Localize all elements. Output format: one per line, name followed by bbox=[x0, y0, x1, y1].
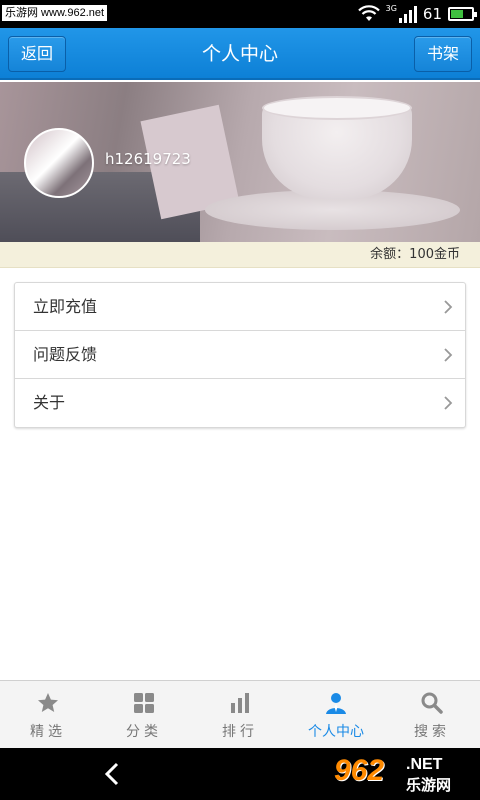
signal-icon bbox=[398, 5, 417, 23]
status-bar: 乐游网 www.962.net 3G 61 bbox=[0, 0, 480, 28]
chevron-right-icon bbox=[444, 300, 453, 314]
tab-ranking[interactable]: 排行 bbox=[192, 681, 288, 748]
balance-text: 余额：100金币 bbox=[370, 247, 460, 262]
grid-icon bbox=[134, 693, 154, 713]
avatar[interactable] bbox=[24, 128, 94, 198]
tab-featured[interactable]: 精选 bbox=[0, 681, 96, 748]
tab-profile[interactable]: 个人中心 bbox=[288, 681, 384, 748]
watermark-logo: 962 .NET 乐游网 bbox=[334, 752, 474, 796]
profile-banner: h12619723 bbox=[0, 82, 480, 242]
person-icon bbox=[326, 693, 346, 714]
menu-item-feedback[interactable]: 问题反馈 bbox=[15, 331, 465, 379]
tab-label: 搜索 bbox=[414, 724, 450, 740]
network-type-label: 3G bbox=[385, 3, 397, 13]
balance-bar: 余额：100金币 bbox=[0, 242, 480, 268]
menu-item-recharge[interactable]: 立即充值 bbox=[15, 283, 465, 331]
banner-cup-rim bbox=[262, 96, 412, 120]
bookshelf-button[interactable]: 书架 bbox=[413, 36, 472, 72]
menu-item-label: 关于 bbox=[33, 393, 66, 412]
nav-back-icon[interactable] bbox=[102, 761, 122, 787]
bottom-tab-bar: 精选 分类 排行 个人中心 搜索 bbox=[0, 680, 480, 748]
username: h12619723 bbox=[105, 150, 191, 168]
system-nav-bar: 962 .NET 乐游网 bbox=[0, 748, 480, 800]
tab-categories[interactable]: 分类 bbox=[96, 681, 192, 748]
search-icon bbox=[421, 692, 443, 714]
star-icon bbox=[38, 693, 58, 712]
watermark-name: 乐游网 bbox=[406, 776, 452, 794]
page-title: 个人中心 bbox=[201, 43, 278, 65]
wifi-icon bbox=[357, 5, 380, 21]
menu-item-about[interactable]: 关于 bbox=[15, 379, 465, 427]
chevron-right-icon bbox=[444, 348, 453, 362]
status-icons: 3G 61 bbox=[357, 0, 477, 28]
title-bar: 个人中心 返回 书架 bbox=[0, 28, 480, 80]
bar-chart-icon bbox=[231, 693, 249, 713]
tab-search[interactable]: 搜索 bbox=[384, 681, 480, 748]
watermark-text: 乐游网 www.962.net bbox=[2, 5, 108, 21]
settings-menu: 立即充值 问题反馈 关于 bbox=[14, 282, 466, 428]
tab-label: 个人中心 bbox=[308, 724, 364, 740]
watermark-net: .NET bbox=[406, 756, 443, 773]
back-button[interactable]: 返回 bbox=[8, 36, 67, 72]
battery-percent: 61 bbox=[422, 5, 442, 23]
menu-item-label: 问题反馈 bbox=[33, 345, 98, 364]
watermark-number: 962 bbox=[334, 754, 385, 787]
battery-icon bbox=[448, 7, 477, 21]
menu-item-label: 立即充值 bbox=[33, 297, 98, 316]
tab-label: 排行 bbox=[222, 724, 258, 740]
tab-label: 分类 bbox=[126, 724, 162, 740]
tab-label: 精选 bbox=[30, 724, 66, 740]
chevron-right-icon bbox=[444, 396, 453, 410]
